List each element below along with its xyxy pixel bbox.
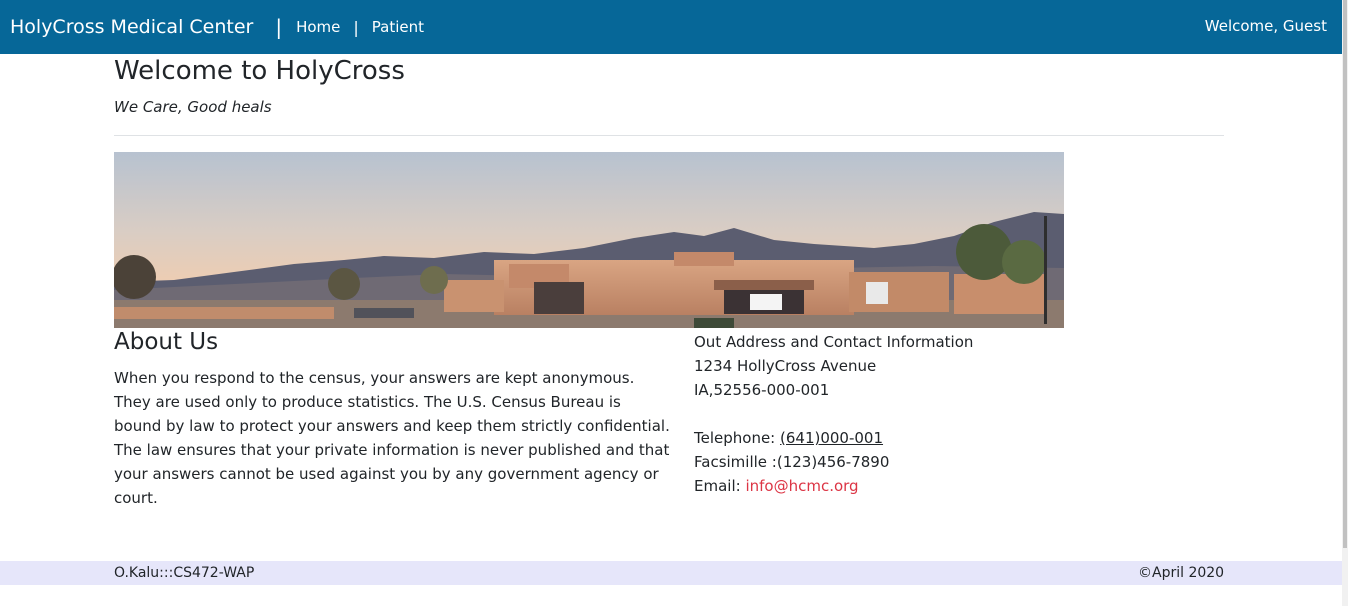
top-navbar: HolyCross Medical Center | Home | Patien… — [0, 0, 1342, 54]
contact-spacer — [694, 402, 973, 426]
brand-name[interactable]: HolyCross Medical Center — [10, 16, 253, 38]
nav-link-patient[interactable]: Patient — [372, 18, 424, 36]
contact-street: 1234 HollyCross Avenue — [694, 357, 877, 375]
page-footer: O.Kalu:::CS472-WAP ©April 2020 — [0, 561, 1342, 585]
contact-email-line: Email: info@hcmc.org — [694, 474, 973, 498]
nav-separator: | — [275, 15, 283, 39]
contact-heading: Out Address and Contact Information — [694, 333, 974, 351]
email-link[interactable]: info@hcmc.org — [745, 477, 858, 495]
footer-author: O.Kalu:::CS472-WAP — [114, 565, 255, 581]
hospital-banner-image — [114, 152, 1064, 328]
phone-link[interactable]: (641)000-001 — [780, 429, 883, 447]
page-tagline: We Care, Good heals — [114, 98, 272, 116]
about-us-text: When you respond to the census, your ans… — [114, 369, 670, 507]
header-divider — [114, 135, 1224, 136]
scrollbar-thumb[interactable] — [1343, 0, 1347, 548]
email-label: Email: — [694, 477, 746, 495]
page-title: Welcome to HolyCross — [114, 56, 405, 86]
phone-label: Telephone: — [694, 429, 781, 447]
nav-separator: | — [353, 17, 359, 37]
hospital-panorama-picture — [114, 152, 1064, 328]
contact-fax: Facsimille :(123)456-7890 — [694, 453, 890, 471]
footer-copyright: ©April 2020 — [1138, 565, 1225, 581]
welcome-user-text: Welcome, Guest — [1204, 17, 1327, 35]
contact-city: IA,52556-000-001 — [694, 381, 830, 399]
about-us-heading: About Us — [114, 329, 219, 355]
nav-link-home[interactable]: Home — [296, 18, 340, 36]
contact-phone-line: Telephone: (641)000-001 — [694, 426, 973, 450]
contact-info: Out Address and Contact Information 1234… — [694, 330, 973, 498]
page-scrollbar[interactable] — [1342, 0, 1348, 606]
